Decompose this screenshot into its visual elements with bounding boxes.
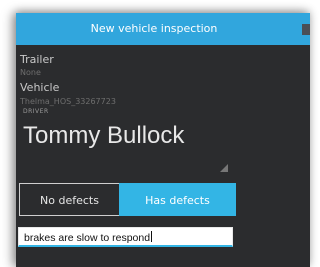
driver-name-field[interactable]: Tommy Bullock [20,118,234,176]
title-bar: New vehicle inspection [16,13,310,45]
driver-caption: DRIVER [23,108,49,115]
text-caret [151,231,153,242]
trailer-label: Trailer [20,53,54,66]
vehicle-value: Thelma_HOS_33267723 [20,97,116,106]
defect-description-input[interactable]: brakes are slow to respond [18,227,233,247]
menu-icon[interactable] [302,24,310,35]
no-defects-button[interactable]: No defects [19,183,120,216]
trailer-value: None [20,68,41,77]
dialog-title: New vehicle inspection [90,22,218,35]
has-defects-button[interactable]: Has defects [119,183,236,216]
driver-name: Tommy Bullock [23,122,185,149]
vehicle-label: Vehicle [20,81,60,94]
resize-grip-icon [220,164,228,172]
defect-description-value: brakes are slow to respond [24,232,151,244]
defect-description-text: brakes are slow to respond [24,231,153,244]
